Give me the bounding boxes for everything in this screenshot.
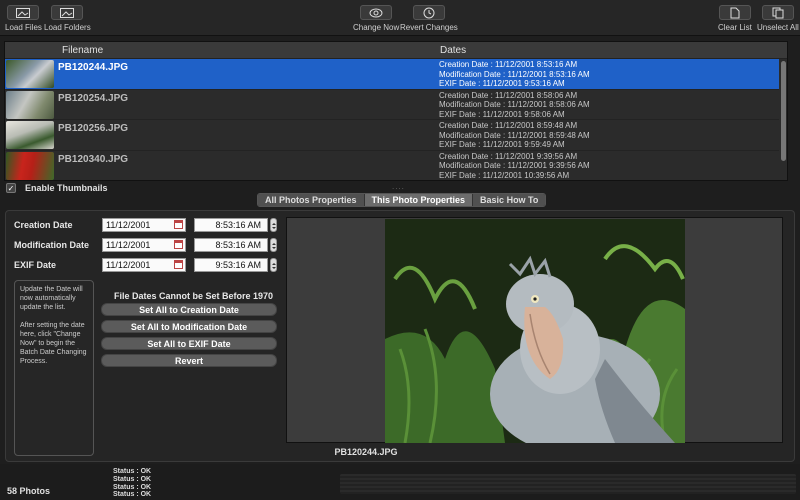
row-modification-date: Modification Date : 11/12/2001 8:59:48 A…	[439, 130, 590, 140]
load-folders-button[interactable]: Load Folders	[44, 5, 91, 32]
image-icon	[7, 5, 40, 20]
document-icon	[718, 5, 751, 20]
row-exif-date: EXIF Date : 11/12/2001 9:58:06 AM	[439, 109, 565, 119]
table-row[interactable]: PB120254.JPG Creation Date : 11/12/2001 …	[5, 90, 787, 120]
clock-icon	[412, 5, 445, 20]
photo-thumbnail	[6, 60, 54, 88]
revert-button[interactable]: Revert	[101, 354, 277, 367]
splitter-handle[interactable]: ....	[392, 182, 405, 191]
column-header-dates[interactable]: Dates	[440, 45, 466, 56]
row-filename: PB120340.JPG	[58, 153, 129, 165]
row-creation-date: Creation Date : 11/12/2001 8:58:06 AM	[439, 90, 578, 100]
modification-time-field[interactable]: 8:53:16 AM	[194, 238, 268, 252]
clear-list-label: Clear List	[718, 23, 752, 32]
table-row[interactable]: PB120340.JPG Creation Date : 11/12/2001 …	[5, 151, 787, 181]
row-creation-date: Creation Date : 11/12/2001 8:53:16 AM	[439, 60, 578, 69]
list-scrollbar[interactable]	[779, 59, 787, 180]
property-tabs: All Photos Properties This Photo Propert…	[257, 193, 547, 207]
exif-date-label: EXIF Date	[14, 260, 57, 270]
row-modification-date: Modification Date : 11/12/2001 9:39:56 A…	[439, 161, 590, 170]
change-now-button[interactable]: Change Now	[353, 5, 399, 32]
help-note-text: Update the Date will now automatically u…	[20, 286, 83, 311]
load-folders-label: Load Folders	[44, 23, 91, 32]
status-line: Status : OK	[113, 483, 152, 491]
modification-date-label: Modification Date	[14, 240, 90, 250]
calendar-icon[interactable]	[174, 240, 183, 249]
folder-image-icon	[51, 5, 84, 20]
exif-time-field[interactable]: 9:53:16 AM	[194, 258, 268, 272]
row-exif-date: EXIF Date : 11/12/2001 10:39:56 AM	[439, 170, 570, 180]
table-row[interactable]: PB120244.JPG Creation Date : 11/12/2001 …	[5, 59, 787, 90]
creation-date-value: 11/12/2001	[106, 220, 151, 230]
modification-time-stepper[interactable]	[270, 238, 277, 252]
row-filename: PB120256.JPG	[58, 123, 129, 134]
row-dates: Creation Date : 11/12/2001 8:58:06 AM Mo…	[439, 91, 590, 120]
row-dates: Creation Date : 11/12/2001 9:39:56 AM Mo…	[439, 152, 590, 181]
creation-time-field[interactable]: 8:53:16 AM	[194, 218, 268, 232]
row-dates: Creation Date : 11/12/2001 8:53:16 AM Mo…	[439, 60, 590, 89]
photo-preview	[286, 217, 783, 443]
load-files-label: Load Files	[5, 23, 42, 32]
load-files-button[interactable]: Load Files	[5, 5, 42, 32]
revert-changes-button[interactable]: Revert Changes	[400, 5, 458, 32]
row-exif-date: EXIF Date : 11/12/2001 9:59:49 AM	[439, 140, 565, 149]
photo-count: 58 Photos	[7, 486, 51, 496]
table-row[interactable]: PB120256.JPG Creation Date : 11/12/2001 …	[5, 120, 787, 151]
row-creation-date: Creation Date : 11/12/2001 9:39:56 AM	[439, 151, 578, 161]
modification-date-value: 11/12/2001	[106, 240, 151, 250]
calendar-icon[interactable]	[174, 220, 183, 229]
calendar-icon[interactable]	[174, 260, 183, 269]
creation-date-field[interactable]: 11/12/2001	[102, 218, 186, 232]
file-list[interactable]: Filename Dates PB120244.JPG Creation Dat…	[4, 41, 788, 181]
row-exif-date: EXIF Date : 11/12/2001 9:53:16 AM	[439, 79, 565, 88]
progress-bar	[340, 474, 796, 494]
revert-changes-label: Revert Changes	[400, 23, 458, 32]
scrollbar-thumb[interactable]	[781, 61, 786, 161]
photo-thumbnail	[6, 151, 54, 180]
copy-icon	[761, 5, 794, 20]
status-line: Status : OK	[113, 491, 152, 499]
enable-thumbnails-toggle[interactable]: ✓ Enable Thumbnails	[6, 183, 108, 193]
photo-thumbnail	[6, 90, 54, 119]
help-note: Update the Date will now automatically u…	[14, 280, 94, 456]
enable-thumbnails-label: Enable Thumbnails	[25, 183, 108, 193]
set-all-creation-button[interactable]: Set All to Creation Date	[101, 303, 277, 316]
creation-time-stepper[interactable]	[270, 218, 277, 232]
row-dates: Creation Date : 11/12/2001 8:59:48 AM Mo…	[439, 121, 590, 150]
set-all-modification-button[interactable]: Set All to Modification Date	[101, 320, 277, 333]
preview-filename: PB120244.JPG	[334, 447, 398, 457]
photo-thumbnail	[6, 121, 54, 149]
row-filename: PB120254.JPG	[58, 92, 129, 104]
change-now-label: Change Now	[353, 23, 400, 32]
column-header-filename[interactable]: Filename	[62, 45, 103, 56]
row-filename: PB120244.JPG	[58, 62, 129, 73]
set-all-exif-button[interactable]: Set All to EXIF Date	[101, 337, 277, 350]
exif-time-stepper[interactable]	[270, 258, 277, 272]
status-log: Status : OK Status : OK Status : OK Stat…	[113, 468, 151, 499]
exif-date-field[interactable]: 11/12/2001	[102, 258, 186, 272]
list-header: Filename Dates	[5, 42, 787, 59]
enable-thumbnails-checkbox[interactable]: ✓	[6, 183, 16, 193]
date-limit-warning: File Dates Cannot be Set Before 1970	[114, 291, 274, 301]
row-modification-date: Modification Date : 11/12/2001 8:53:16 A…	[439, 69, 590, 79]
help-note-text: After setting the date here, click "Chan…	[20, 322, 87, 365]
tab-all-photos-properties[interactable]: All Photos Properties	[258, 194, 365, 206]
properties-panel: Creation Date 11/12/2001 8:53:16 AM Modi…	[5, 210, 795, 462]
unselect-all-button[interactable]: Unselect All	[757, 5, 799, 32]
status-bar: Status : OK Status : OK Status : OK Stat…	[0, 464, 800, 500]
clear-list-button[interactable]: Clear List	[718, 5, 752, 32]
tab-this-photo-properties[interactable]: This Photo Properties	[364, 194, 474, 206]
photo-image	[385, 219, 685, 443]
status-line: Status : OK	[113, 468, 152, 475]
status-line: Status : OK	[113, 475, 152, 483]
modification-date-field[interactable]: 11/12/2001	[102, 238, 186, 252]
creation-date-label: Creation Date	[14, 220, 73, 230]
unselect-all-label: Unselect All	[757, 23, 799, 32]
toolbar: Load Files Load Folders Change Now Rever…	[0, 0, 800, 36]
exif-date-value: 11/12/2001	[106, 260, 151, 270]
row-modification-date: Modification Date : 11/12/2001 8:58:06 A…	[439, 100, 590, 109]
row-creation-date: Creation Date : 11/12/2001 8:59:48 AM	[439, 121, 578, 130]
camera-icon	[360, 5, 393, 20]
tab-basic-how-to[interactable]: Basic How To	[473, 194, 546, 206]
